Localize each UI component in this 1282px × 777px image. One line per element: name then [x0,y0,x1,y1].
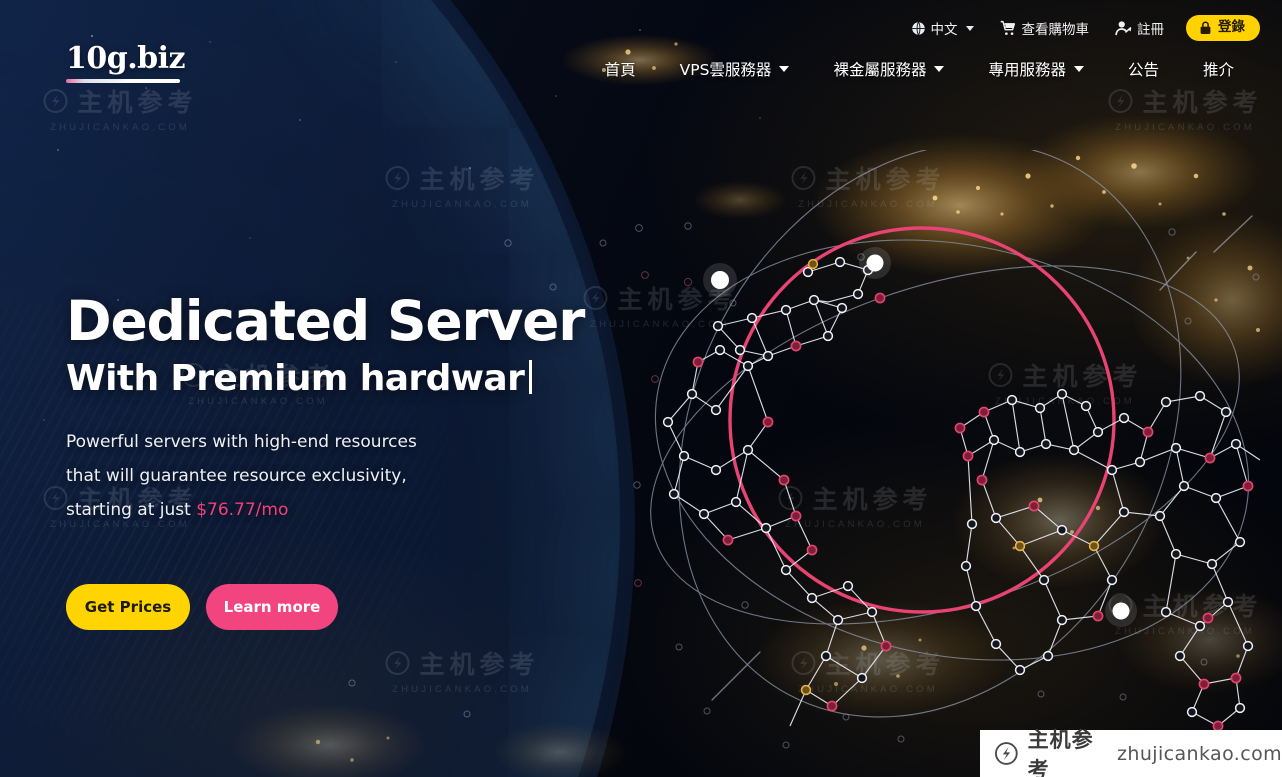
hero-price: $76.77/mo [196,500,289,521]
site-logo[interactable]: 10g.biz [66,41,186,83]
nav-label: VPS雲服務器 [679,61,772,79]
nav-item-home[interactable]: 首頁 [583,52,658,86]
language-selector[interactable]: 中文 [907,14,978,42]
badge-domain: zhujicankao.com [1117,742,1282,765]
hero-description-line-2: that will guarantee resource exclusivity… [66,466,407,487]
top-utility-bar: 中文 查看購物車 註冊 登錄 [0,0,1282,56]
zhujicankao-badge: 主机参考 zhujicankao.com [980,728,1282,777]
learn-more-button[interactable]: Learn more [206,584,338,630]
nav-item-dedicated-servers[interactable]: 專用服務器 [966,52,1106,86]
chevron-down-icon [779,66,790,72]
chevron-down-icon [965,25,974,31]
language-label: 中文 [930,22,958,38]
nav-label: 首頁 [604,61,636,79]
nav-item-vps-cloud-servers[interactable]: VPS雲服務器 [658,52,812,86]
login-label: 登錄 [1218,19,1245,36]
zhujicankao-logo-icon [995,742,1018,765]
nav-item-announcements[interactable]: 公告 [1106,52,1181,86]
badge-cn-label: 主机参考 [1027,727,1094,777]
hero-subtitle-row: With Premium hardwar [66,356,626,399]
register-label: 註冊 [1137,22,1164,38]
main-navigation: 首頁 VPS雲服務器 裸金屬服務器 專用服務器 公告 推介 [583,52,1256,86]
hero-description: Powerful servers with high-end resources… [66,425,626,527]
globe-icon [911,21,925,35]
hero-subtitle: With Premium hardwar [66,358,525,400]
chevron-down-icon [934,66,945,72]
logo-text: 10g.biz [66,41,186,76]
chevron-down-icon [1073,66,1084,72]
nav-label: 專用服務器 [988,61,1066,79]
hero-content: Dedicated Server With Premium hardwar Po… [66,292,626,527]
hero-cta-row: Get Prices Learn more [66,584,338,630]
nav-label: 推介 [1202,61,1234,79]
hero-description-line-3: starting at just [66,500,197,521]
shopping-cart-icon [1000,20,1015,36]
view-cart-link[interactable]: 查看購物車 [996,14,1094,42]
register-link[interactable]: 註冊 [1111,14,1168,42]
user-plus-icon [1115,21,1132,36]
typing-cursor [529,360,533,395]
login-button[interactable]: 登錄 [1186,15,1260,41]
lock-icon [1200,21,1211,34]
get-prices-button[interactable]: Get Prices [66,584,190,630]
nav-label: 裸金屬服務器 [833,61,927,79]
nav-item-bare-metal-servers[interactable]: 裸金屬服務器 [811,52,966,86]
logo-underline [66,79,180,83]
nav-item-referrals[interactable]: 推介 [1181,52,1256,86]
view-cart-label: 查看購物車 [1021,22,1090,38]
nav-label: 公告 [1127,61,1159,79]
landing-page: 主机参考 ZHUJICANKAO.COM 主机参考 ZHUJICANKAO.CO… [0,0,1282,777]
hero-title: Dedicated Server [66,289,585,353]
hero-description-line-1: Powerful servers with high-end resources [66,432,417,453]
